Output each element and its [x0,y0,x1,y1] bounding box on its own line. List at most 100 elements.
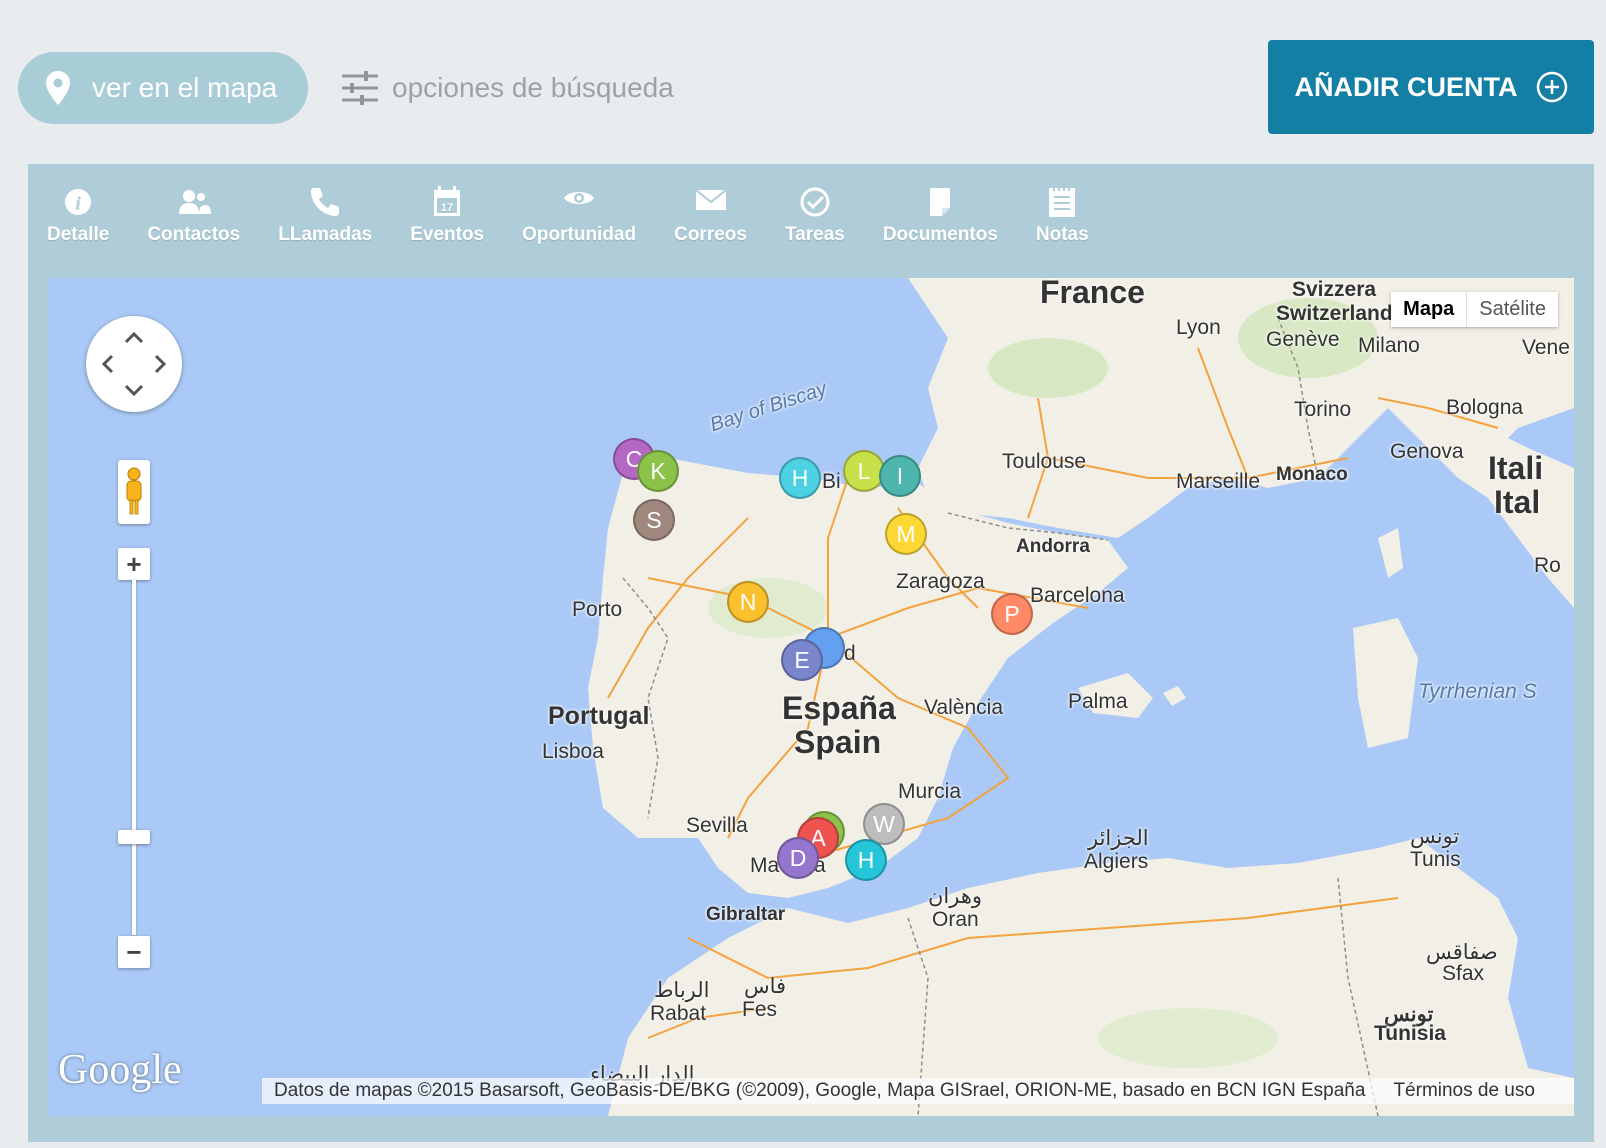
map-label-marseille: Marseille [1176,470,1261,493]
terms-of-use-link[interactable]: Términos de uso [1393,1080,1535,1102]
map-label-murcia: Murcia [898,780,962,803]
map-marker[interactable]: I [879,455,921,497]
tab-bar: i Detalle Contactos LLamadas 17 Eventos … [28,184,1108,264]
map-label-algiers: Algiers [1084,850,1149,873]
location-pin-icon [46,71,70,105]
svg-text:i: i [76,193,81,213]
tab-oportunidad[interactable]: Oportunidad [503,184,655,264]
map-label-barcelona: Barcelona [1030,584,1125,607]
plus-circle-icon [1536,71,1567,103]
map-label-bilbao: Bi [822,470,841,493]
map-marker[interactable]: D [777,837,819,879]
map-label-rabat-ar: الرباط [654,979,710,1002]
search-options-button[interactable]: opciones de búsqueda [342,62,674,114]
map-label-lisboa: Lisboa [542,740,604,763]
tab-label: Eventos [410,224,485,245]
tab-documentos[interactable]: Documentos [864,184,1017,264]
map-label-spain: Spain [794,724,882,760]
tab-notas[interactable]: Notas [1017,184,1108,264]
map-label-torino: Torino [1294,398,1352,421]
map-label-tunisia: Tunisia [1374,1022,1446,1045]
pegman-icon [126,467,142,515]
map-marker[interactable]: N [727,581,769,623]
map-label-monaco: Monaco [1276,464,1348,485]
map-label-madrid: d [844,642,856,665]
map-label-valencia: València [924,696,1003,719]
view-on-map-label: ver en el mapa [92,72,278,103]
document-icon [930,188,951,216]
tab-label: Notas [1035,224,1089,245]
svg-text:17: 17 [441,202,453,214]
map-label-oran-ar: وهران [928,885,983,908]
map-label-milano: Milano [1358,334,1420,357]
tab-label: Contactos [147,224,241,245]
account-panel: i Detalle Contactos LLamadas 17 Eventos … [28,164,1594,1142]
add-account-label: AÑADIR CUENTA [1294,71,1518,102]
map-marker[interactable]: H [845,839,887,881]
map-label-italy: Ital [1494,484,1541,520]
notes-icon [1049,186,1076,217]
map-marker[interactable]: K [637,450,679,492]
pan-control[interactable] [86,316,182,412]
map-label-fes-ar: فاس [744,975,787,998]
tab-label: Documentos [882,224,998,245]
attribution-text: Datos de mapas ©2015 Basarsoft, GeoBasis… [274,1080,1366,1101]
map-label-zaragoza: Zaragoza [896,570,985,593]
map-label-venezia: Vene [1522,336,1570,359]
zoom-slider-thumb[interactable] [118,830,150,844]
map-marker[interactable]: E [781,639,823,681]
street-view-pegman[interactable] [118,460,150,524]
search-options-label: opciones de búsqueda [392,72,674,103]
map-label-rabat: Rabat [650,1002,707,1025]
map-label-malaga: Ma [750,854,780,877]
map-label-porto: Porto [572,598,623,621]
map-label-fes: Fes [742,998,778,1021]
tab-tareas[interactable]: Tareas [766,184,864,264]
calendar-icon: 17 [434,186,461,216]
add-account-button[interactable]: AÑADIR CUENTA [1268,40,1594,134]
map-label-italia: Itali [1488,450,1544,486]
map-label-tunis-ar: تونس [1410,825,1460,848]
map-label-geneve: Genève [1266,328,1340,351]
tab-label: Detalle [47,224,110,245]
check-icon [800,187,830,217]
map-type-mapa[interactable]: Mapa [1391,292,1468,327]
zoom-slider-track[interactable] [132,580,136,935]
map-marker[interactable]: M [885,513,927,555]
zoom-in-button[interactable]: + [118,548,150,580]
map-label-sevilla: Sevilla [686,814,748,837]
tab-label: Tareas [784,224,845,245]
map-attribution: Datos de mapas ©2015 Basarsoft, GeoBasis… [262,1078,1574,1104]
map-marker[interactable]: S [633,499,675,541]
map-label-roma: Ro [1534,554,1561,577]
map-label-oran: Oran [932,908,979,931]
map-type-control: Mapa Satélite [1391,292,1558,327]
phone-icon [311,188,340,216]
info-icon: i [65,189,92,215]
zoom-out-button[interactable]: − [118,936,150,968]
map-label-tyrrhenian: Tyrrhenian S [1418,680,1537,703]
map-label-svizzera: Svizzera [1292,278,1377,301]
view-on-map-button[interactable]: ver en el mapa [18,52,308,124]
tab-llamadas[interactable]: LLamadas [259,184,391,264]
map-label-toulouse: Toulouse [1002,450,1087,473]
pan-arrows-icon [101,331,167,397]
map-label-lyon: Lyon [1176,316,1221,339]
map-label-algiers-ar: الجزائر [1088,827,1149,850]
map-label-tunis: Tunis [1410,848,1461,871]
tab-contactos[interactable]: Contactos [128,184,259,264]
map-label-portugal: Portugal [548,702,650,730]
map-label-andorra: Andorra [1016,536,1090,557]
map-marker[interactable]: P [991,593,1033,635]
map-label-france: France [1040,278,1145,310]
mail-icon [694,189,727,210]
map-marker[interactable]: H [779,457,821,499]
contacts-icon [178,190,211,214]
map-label-sfax: Sfax [1442,962,1485,985]
tab-eventos[interactable]: 17 Eventos [391,184,503,264]
tab-correos[interactable]: Correos [655,184,766,264]
tab-detalle[interactable]: i Detalle [28,184,128,264]
map-canvas[interactable]: France Svizzera Switzerland Lyon Genève … [48,278,1574,1116]
zoom-control: + − [118,548,150,968]
map-type-satelite[interactable]: Satélite [1467,292,1558,327]
